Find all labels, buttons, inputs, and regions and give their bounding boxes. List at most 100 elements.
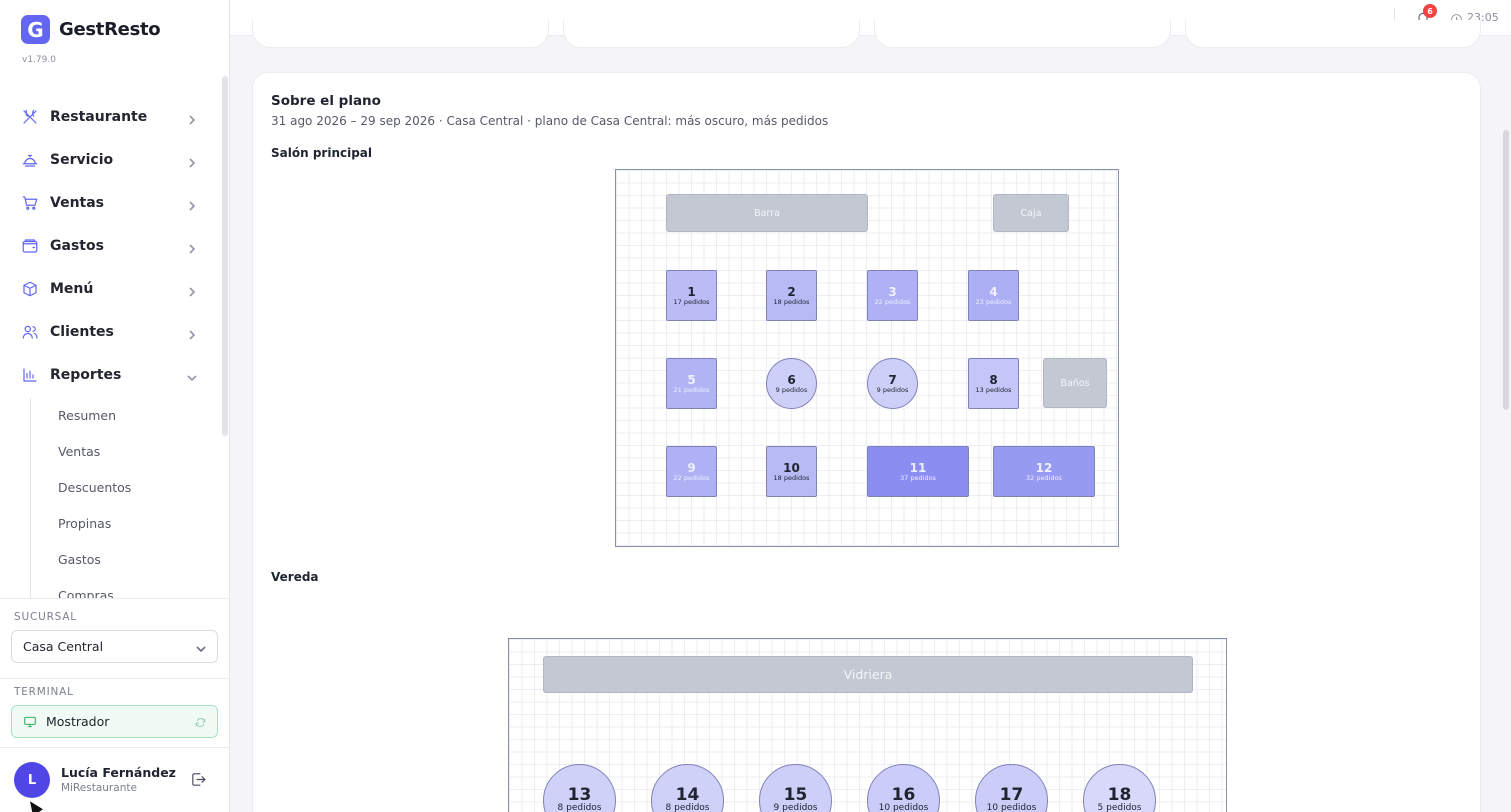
monitor-icon: [23, 715, 37, 729]
table-orders: 5 pedidos: [1097, 803, 1142, 812]
divider: [0, 747, 229, 748]
table-orders: 23 pedidos: [975, 297, 1012, 306]
stat-card: [563, 20, 860, 48]
sidebar-item-label: Gastos: [50, 238, 104, 254]
chevron-right-icon: [186, 197, 198, 211]
table-15[interactable]: 15 9 pedidos: [759, 764, 832, 812]
submenu-item-compras[interactable]: Compras: [58, 588, 114, 598]
sidebar-item-label: Restaurante: [50, 109, 148, 125]
stat-card: [874, 20, 1171, 48]
table-number: 11: [909, 460, 927, 475]
table-orders: 21 pedidos: [673, 385, 710, 394]
table-orders: 8 pedidos: [665, 803, 710, 812]
table-4[interactable]: 4 23 pedidos: [968, 270, 1019, 321]
table-number: 17: [999, 785, 1024, 805]
terminal-selector[interactable]: Mostrador: [11, 705, 218, 738]
chevron-right-icon: [186, 111, 198, 125]
fixture-banos: Baños: [1043, 358, 1107, 408]
chevron-right-icon: [186, 326, 198, 340]
sidebar-item-label: Menú: [50, 281, 94, 297]
table-10[interactable]: 10 18 pedidos: [766, 446, 817, 497]
table-orders: 9 pedidos: [876, 385, 909, 394]
table-orders: 8 pedidos: [557, 803, 602, 812]
chevron-right-icon: [186, 154, 198, 168]
table-18[interactable]: 18 5 pedidos: [1083, 764, 1156, 812]
submenu-item-ventas[interactable]: Ventas: [58, 444, 100, 459]
sidebar-item-label: Ventas: [50, 195, 105, 211]
table-number: 10: [783, 460, 800, 475]
cart-icon: [21, 194, 39, 212]
sidebar-item-servicio[interactable]: Servicio: [0, 141, 222, 179]
table-orders: 32 pedidos: [1026, 473, 1062, 482]
table-number: 3: [888, 284, 897, 299]
table-5[interactable]: 5 21 pedidos: [666, 358, 717, 409]
sidebar-scrollbar[interactable]: [222, 76, 228, 436]
chevron-down-icon: [186, 369, 198, 382]
wallet-icon: [21, 237, 39, 255]
panel-title: Sobre el plano: [271, 93, 381, 109]
table-number: 13: [567, 785, 592, 805]
floor-plan-vereda: Vidriera 13 8 pedidos 14 8 pedidos 15 9 ped…: [508, 638, 1227, 812]
table-orders: 18 pedidos: [773, 473, 810, 482]
table-8[interactable]: 8 13 pedidos: [968, 358, 1019, 409]
stat-card: [252, 20, 549, 48]
sidebar-item-gastos[interactable]: Gastos: [0, 227, 222, 265]
refresh-icon[interactable]: [194, 716, 207, 729]
sidebar-item-menu[interactable]: Menú: [0, 270, 222, 308]
table-number: 16: [891, 785, 916, 805]
sidebar-item-restaurante[interactable]: Restaurante: [0, 98, 222, 136]
main-scrollbar[interactable]: [1503, 130, 1509, 410]
table-number: 6: [787, 372, 796, 387]
sidebar-item-label: Reportes: [50, 367, 122, 383]
table-17[interactable]: 17 10 pedidos: [975, 764, 1048, 812]
table-orders: 17 pedidos: [673, 297, 710, 306]
sidebar-item-clientes[interactable]: Clientes: [0, 313, 222, 351]
table-6[interactable]: 69 pedidos: [766, 358, 817, 409]
sucursal-value: Casa Central: [23, 639, 104, 654]
table-16[interactable]: 16 10 pedidos: [867, 764, 940, 812]
table-number: 1: [687, 284, 696, 299]
chevron-right-icon: [186, 240, 198, 254]
table-number: 18: [1107, 785, 1132, 805]
sidebar-item-ventas[interactable]: Ventas: [0, 184, 222, 222]
submenu-item-descuentos[interactable]: Descuentos: [58, 480, 131, 495]
table-14[interactable]: 14 8 pedidos: [651, 764, 724, 812]
table-3[interactable]: 3 22 pedidos: [867, 270, 918, 321]
table-number: 4: [989, 284, 998, 299]
table-orders: 10 pedidos: [878, 803, 929, 812]
logout-icon[interactable]: [190, 771, 207, 788]
table-1[interactable]: 1 17 pedidos: [666, 270, 717, 321]
brand[interactable]: G GestResto: [21, 15, 161, 44]
area-title-vereda: Vereda: [271, 570, 319, 584]
sucursal-select[interactable]: Casa Central: [11, 630, 218, 663]
table-7[interactable]: 79 pedidos: [867, 358, 918, 409]
submenu-item-gastos[interactable]: Gastos: [58, 552, 101, 567]
sidebar-item-label: Clientes: [50, 324, 114, 340]
table-12[interactable]: 12 32 pedidos: [993, 446, 1095, 497]
table-number: 15: [783, 785, 808, 805]
table-number: 2: [787, 284, 796, 299]
stat-card: [1185, 20, 1481, 48]
chevron-down-icon: [196, 642, 206, 653]
utensils-icon: [21, 108, 39, 126]
sidebar: G GestResto v1.79.0 Restaurante Servicio…: [0, 0, 230, 812]
table-number: 9: [687, 460, 696, 475]
avatar[interactable]: L: [14, 762, 50, 798]
table-orders: 37 pedidos: [900, 473, 936, 482]
sidebar-item-reportes[interactable]: Reportes: [0, 356, 222, 394]
table-9[interactable]: 9 22 pedidos: [666, 446, 717, 497]
area-title-salon: Salón principal: [271, 146, 373, 160]
sidebar-nav: Restaurante Servicio Ventas Gastos Menú …: [0, 98, 222, 598]
submenu-item-propinas[interactable]: Propinas: [58, 516, 111, 531]
table-13[interactable]: 13 8 pedidos: [543, 764, 616, 812]
table-orders: 9 pedidos: [775, 385, 808, 394]
table-number: 7: [888, 372, 897, 387]
user-name: Lucía Fernández: [61, 765, 176, 780]
bar-chart-icon: [21, 366, 39, 384]
submenu-item-resumen[interactable]: Resumen: [58, 408, 116, 423]
table-number: 5: [687, 372, 696, 387]
table-2[interactable]: 2 18 pedidos: [766, 270, 817, 321]
fixture-vidriera: Vidriera: [543, 656, 1193, 693]
table-11[interactable]: 11 37 pedidos: [867, 446, 969, 497]
notification-badge: 6: [1423, 4, 1437, 18]
